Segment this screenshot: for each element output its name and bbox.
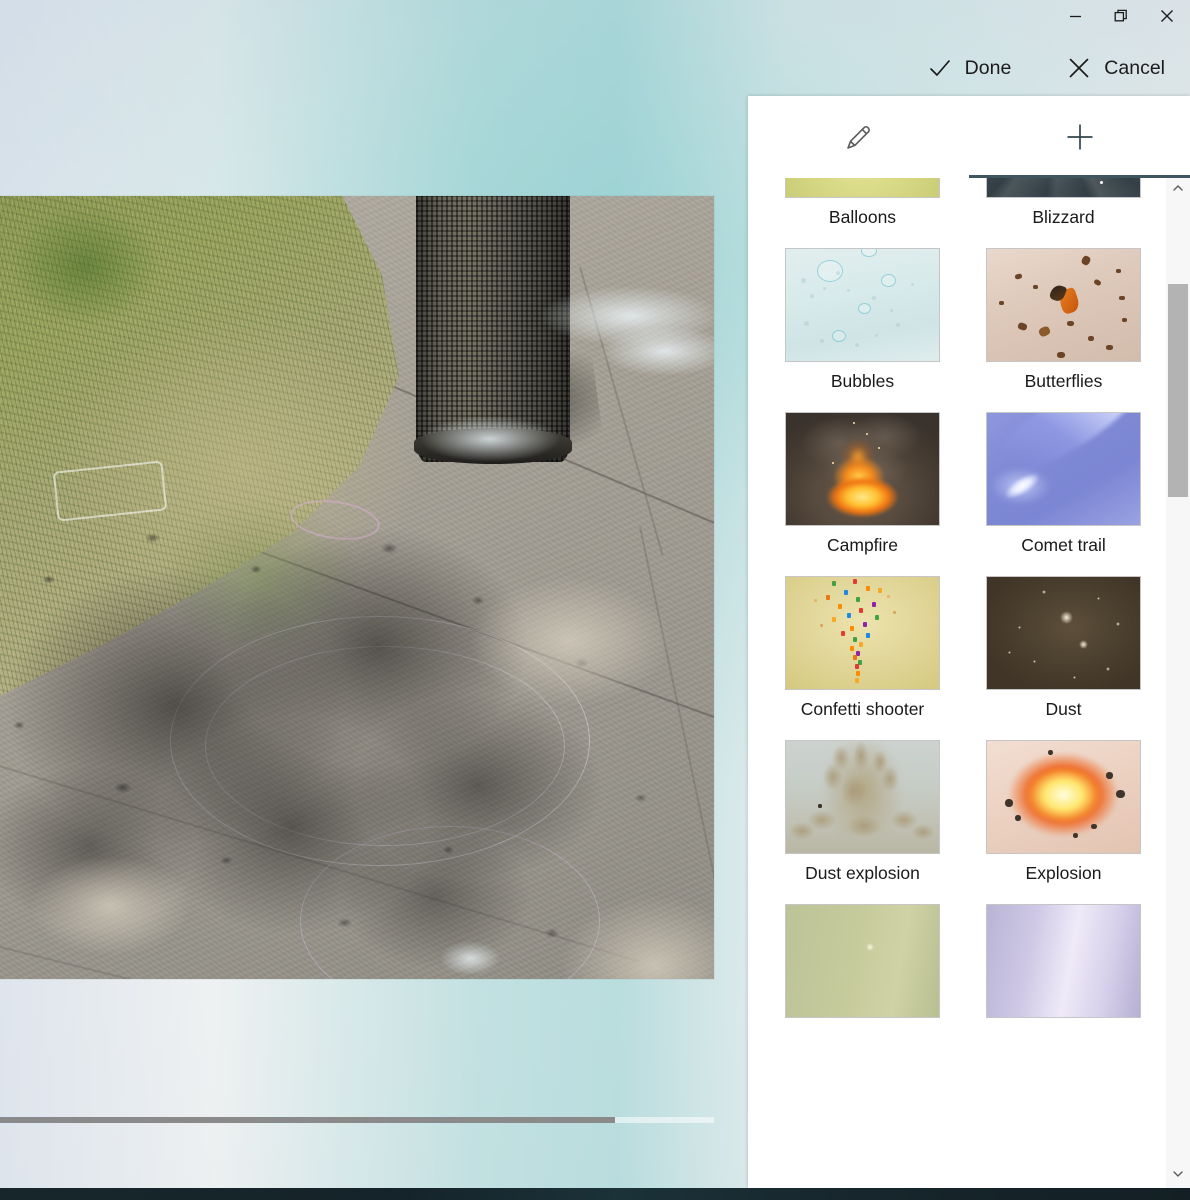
effect-thumbnail [785,248,940,362]
pencil-icon [842,120,876,154]
canvas-horizontal-scrollbar[interactable] [0,1113,714,1127]
tab-add-effect[interactable] [969,96,1190,178]
restore-button[interactable] [1098,0,1144,32]
vertical-scroll-thumb[interactable] [1168,284,1188,497]
effect-label: Campfire [827,535,898,555]
photo-chalk-mark [600,326,714,376]
tab-draw[interactable] [748,96,969,178]
scroll-up-button[interactable] [1166,178,1190,202]
effect-thumbnail [785,904,940,1018]
effect-item-blizzard[interactable]: Blizzard [986,178,1141,228]
effect-label: Balloons [828,207,897,227]
chevron-down-icon [1172,1167,1184,1185]
vertical-scroll-track[interactable] [1166,202,1190,1164]
effect-item-partial-right[interactable] [986,884,1141,1027]
effect-thumbnail [986,412,1141,526]
effect-item-balloons[interactable]: Balloons [785,178,940,228]
effect-item-campfire[interactable]: Campfire [785,392,940,556]
effects-scroll-area[interactable]: Balloons Blizzard Bubbles Butterflies Ca… [748,178,1190,1188]
effect-item-comet-trail[interactable]: Comet trail [986,392,1141,556]
cancel-x-icon [1067,56,1091,80]
effect-item-confetti-shooter[interactable]: Confetti shooter [785,556,940,720]
photo-canvas[interactable] [0,196,714,979]
effect-label: Comet trail [1021,535,1106,555]
effects-panel: Balloons Blizzard Bubbles Butterflies Ca… [748,96,1190,1188]
photo-sunlight-patch [30,856,190,956]
chevron-up-icon [1172,181,1184,199]
effect-label: Butterflies [1024,371,1103,391]
effects-grid: Balloons Blizzard Bubbles Butterflies Ca… [748,178,1162,1027]
cancel-button[interactable]: Cancel [1054,49,1178,87]
effect-thumbnail [785,412,940,526]
minimize-icon [1069,15,1081,17]
panel-tab-strip [748,96,1190,178]
effect-label: Blizzard [1032,207,1095,227]
window-titlebar [0,0,1190,32]
photo-chalk-mark [420,416,560,462]
effect-item-partial-left[interactable] [785,884,940,1027]
effect-thumbnail [986,178,1141,198]
effect-item-butterflies[interactable]: Butterflies [986,228,1141,392]
close-icon [1161,10,1173,22]
effect-label: Dust explosion [805,863,920,883]
minimize-button[interactable] [1052,0,1098,32]
effect-item-explosion[interactable]: Explosion [986,720,1141,884]
edited-photo [0,196,714,979]
effect-item-dust-explosion[interactable]: Dust explosion [785,720,940,884]
close-button[interactable] [1144,0,1190,32]
editor-command-bar: Done Cancel [915,40,1190,96]
photo-sunlight-patch [470,576,670,706]
effect-thumbnail [986,576,1141,690]
plus-icon [1063,120,1097,154]
photo-grass-shade [10,206,160,326]
effect-label: Bubbles [830,371,895,391]
effect-thumbnail [986,740,1141,854]
effect-thumbnail [785,576,940,690]
effect-label: Dust [1045,699,1082,719]
effect-item-dust[interactable]: Dust [986,556,1141,720]
cancel-label: Cancel [1104,56,1165,79]
scroll-down-button[interactable] [1166,1164,1190,1188]
checkmark-icon [928,56,952,80]
windows-taskbar[interactable] [0,1188,1190,1200]
done-label: Done [964,56,1012,79]
effect-label: Confetti shooter [800,699,925,719]
effect-item-bubbles[interactable]: Bubbles [785,228,940,392]
effect-label: Explosion [1025,863,1102,883]
done-button[interactable]: Done [915,49,1025,87]
effect-thumbnail [785,178,940,198]
effect-thumbnail [986,904,1141,1018]
horizontal-scroll-thumb[interactable] [0,1117,615,1123]
effect-thumbnail [785,740,940,854]
effects-vertical-scrollbar[interactable] [1166,178,1190,1188]
photo-sunlight-patch [560,896,714,979]
effect-thumbnail [986,248,1141,362]
restore-icon [1114,9,1127,21]
